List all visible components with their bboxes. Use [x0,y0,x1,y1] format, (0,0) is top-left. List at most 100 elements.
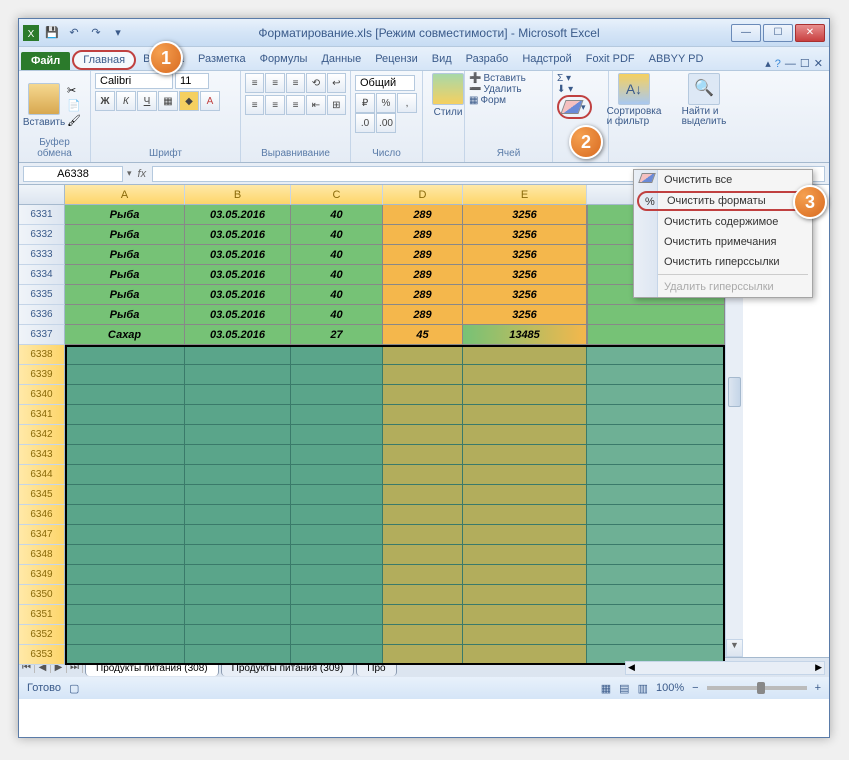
styles-button[interactable]: Стили [427,73,469,118]
cell[interactable] [185,565,291,585]
minimize-button[interactable]: — [731,24,761,42]
cell[interactable] [65,625,185,645]
align-left-button[interactable]: ≡ [245,95,264,115]
row-header[interactable]: 6349 [19,565,65,585]
cell[interactable]: Рыба [65,265,185,285]
row-header[interactable]: 6333 [19,245,65,265]
ribbon-minimize-icon[interactable]: ▴ [765,57,771,70]
zoom-in-icon[interactable]: + [815,682,821,694]
font-name-select[interactable] [95,73,173,89]
dd-item-0[interactable]: Очистить все [634,170,812,190]
fill-color-button[interactable]: ◆ [179,91,199,111]
help-icon[interactable]: ? [775,58,781,70]
view-layout-icon[interactable]: ▤ [619,682,629,695]
cell[interactable] [463,505,587,525]
workbook-restore-icon[interactable]: ☐ [800,57,810,70]
cell[interactable] [291,485,383,505]
cell[interactable] [65,525,185,545]
cell[interactable] [463,525,587,545]
tab-foxit pdf[interactable]: Foxit PDF [579,50,642,70]
cell[interactable] [587,405,725,425]
file-tab[interactable]: Файл [21,52,70,70]
cell[interactable] [185,505,291,525]
wrap-text-button[interactable]: ↩ [327,73,346,93]
cell[interactable] [383,445,463,465]
maximize-button[interactable]: ☐ [763,24,793,42]
find-select-button[interactable]: 🔍 Найти и выделить [683,73,725,127]
autosum-button[interactable]: Σ ▾ [557,73,604,84]
view-pagebreak-icon[interactable]: ▥ [638,682,648,695]
cell[interactable]: 40 [291,205,383,225]
cell[interactable] [463,485,587,505]
fill-button[interactable]: ⬇ ▾ [557,84,604,95]
row-header[interactable]: 6338 [19,345,65,365]
cell[interactable] [587,465,725,485]
cell[interactable]: 03.05.2016 [185,205,291,225]
cell[interactable] [291,645,383,665]
cell[interactable] [383,565,463,585]
cell[interactable]: 289 [383,305,463,325]
cell[interactable] [383,485,463,505]
row-header[interactable]: 6339 [19,365,65,385]
cell[interactable]: 289 [383,245,463,265]
cell[interactable] [291,345,383,365]
cell[interactable] [587,545,725,565]
cell[interactable] [185,445,291,465]
tab-разрабо[interactable]: Разрабо [459,50,516,70]
cell[interactable] [463,445,587,465]
cell[interactable] [291,525,383,545]
tab-формулы[interactable]: Формулы [253,50,315,70]
cell[interactable] [587,585,725,605]
cell[interactable] [383,585,463,605]
align-right-button[interactable]: ≡ [286,95,305,115]
number-format-select[interactable] [355,75,415,91]
cell[interactable] [291,545,383,565]
row-header[interactable]: 6350 [19,585,65,605]
tab-разметка[interactable]: Разметка [191,50,253,70]
cell[interactable] [383,505,463,525]
cell[interactable] [185,585,291,605]
row-header[interactable]: 6353 [19,645,65,665]
row-header[interactable]: 6346 [19,505,65,525]
cell[interactable] [185,485,291,505]
increase-decimal-button[interactable]: .0 [355,113,375,133]
name-box-dropdown-icon[interactable]: ▾ [127,168,132,179]
cell[interactable]: 03.05.2016 [185,325,291,345]
paste-button[interactable]: Вставить [23,83,65,128]
format-cells-button[interactable]: ▦Форм [469,95,548,106]
cell[interactable] [65,385,185,405]
format-painter-icon[interactable]: 🖌 [67,114,81,127]
cell[interactable]: 289 [383,265,463,285]
cell[interactable]: 3256 [463,225,587,245]
scroll-thumb[interactable] [728,377,741,407]
cell[interactable] [463,385,587,405]
zoom-level[interactable]: 100% [656,682,684,694]
cell[interactable] [291,405,383,425]
workbook-min-icon[interactable]: — [785,58,796,70]
redo-icon[interactable]: ↷ [87,24,105,42]
cell[interactable] [587,425,725,445]
fx-icon[interactable]: fx [138,168,147,180]
cell[interactable] [185,605,291,625]
dd-item-3[interactable]: Очистить примечания [634,232,812,252]
row-header[interactable]: 6344 [19,465,65,485]
row-header[interactable]: 6334 [19,265,65,285]
row-header[interactable]: 6343 [19,445,65,465]
cell[interactable]: 289 [383,225,463,245]
tab-главная[interactable]: Главная [72,50,136,70]
underline-button[interactable]: Ч [137,91,157,111]
row-header[interactable]: 6352 [19,625,65,645]
workbook-close-icon[interactable]: ✕ [814,57,823,70]
cell[interactable] [383,385,463,405]
cell[interactable]: 03.05.2016 [185,225,291,245]
horizontal-scrollbar[interactable]: ◀ ▶ [625,661,825,675]
row-header[interactable]: 6335 [19,285,65,305]
cell[interactable] [587,345,725,365]
cell[interactable] [587,505,725,525]
row-header[interactable]: 6332 [19,225,65,245]
cell[interactable]: 40 [291,265,383,285]
cell[interactable]: Рыба [65,245,185,265]
cell[interactable] [463,565,587,585]
cell[interactable] [65,565,185,585]
cell[interactable] [587,325,725,345]
